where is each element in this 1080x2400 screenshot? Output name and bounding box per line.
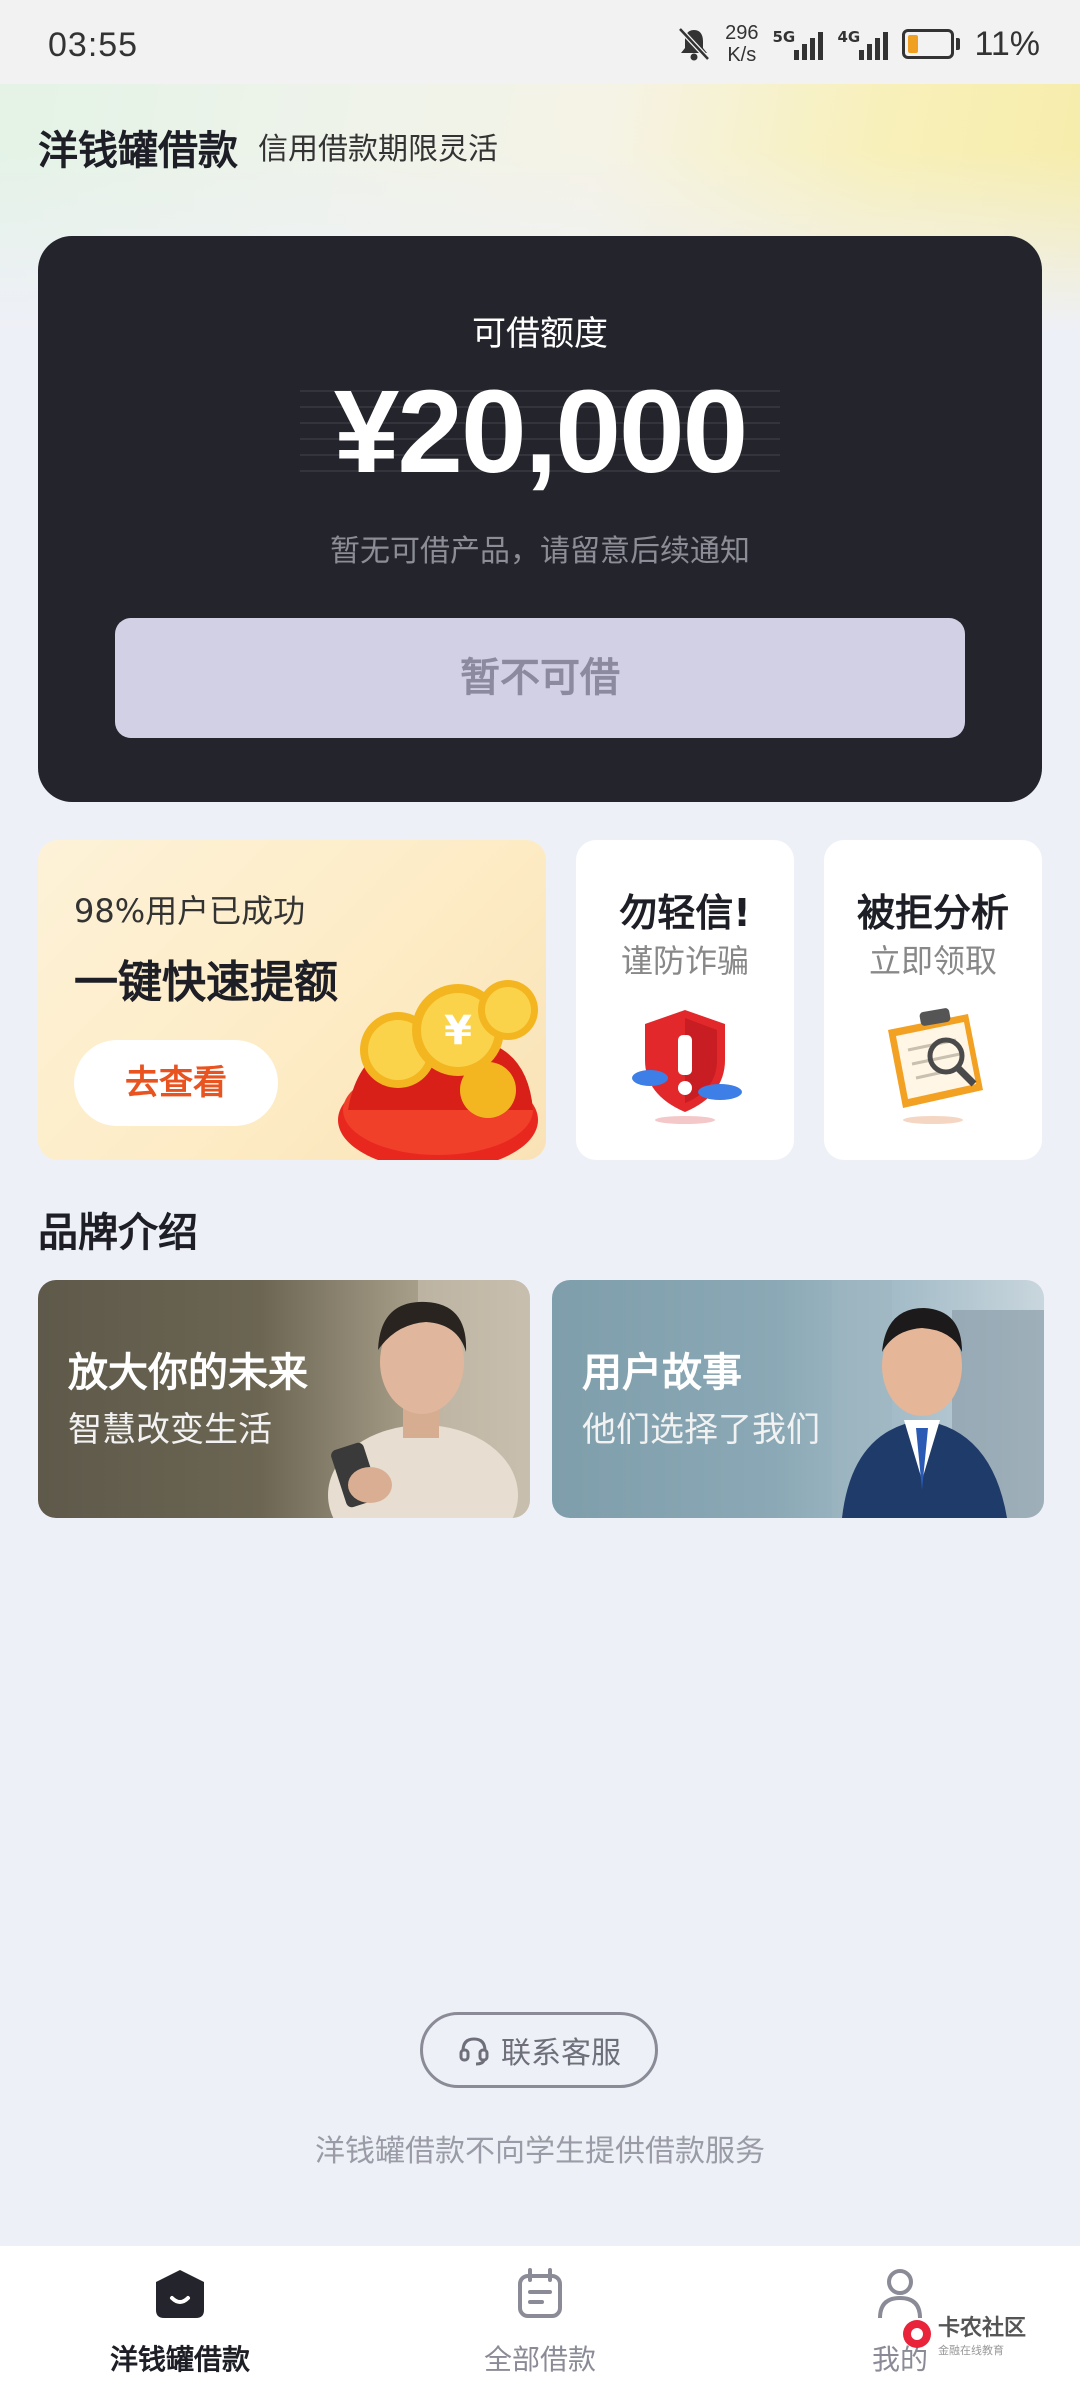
brand-card-user-stories[interactable]: 用户故事 他们选择了我们 <box>552 1280 1044 1518</box>
bell-muted-icon <box>678 27 710 61</box>
status-time: 03:55 <box>48 26 139 64</box>
clipboard-search-icon <box>888 1008 983 1124</box>
signal-5g-label: 5G <box>772 28 796 46</box>
promo-subtitle: 98%用户已成功 <box>74 892 306 930</box>
brand-card-subtitle: 智慧改变生活 <box>68 1410 272 1450</box>
watermark-logo-icon <box>903 2320 931 2348</box>
app-subtitle: 信用借款期限灵活 <box>258 132 498 167</box>
headset-icon <box>459 2037 489 2066</box>
credit-limit-amount: ¥20,000 <box>333 366 749 498</box>
brand-card-subtitle: 他们选择了我们 <box>582 1410 820 1450</box>
contact-service-button[interactable]: 联系客服 <box>420 2012 658 2088</box>
battery-icon <box>902 29 961 59</box>
svg-text:¥: ¥ <box>444 1008 472 1054</box>
nav-item-home[interactable]: 洋钱罐借款 <box>80 2246 280 2400</box>
contact-service-label: 联系客服 <box>501 2036 621 2071</box>
signal-5g-icon: 5G <box>772 28 824 60</box>
nav-item-label: 洋钱罐借款 <box>109 2343 250 2376</box>
person-photo <box>832 1280 1044 1518</box>
brand-section-title: 品牌介绍 <box>38 1210 198 1256</box>
promo-title: 一键快速提额 <box>74 957 338 1008</box>
brand-card-future[interactable]: 放大你的未来 智慧改变生活 <box>38 1280 530 1518</box>
shield-alert-icon <box>632 1010 742 1124</box>
anti-fraud-title: 勿轻信! <box>619 891 751 935</box>
brand-card-title: 放大你的未来 <box>68 1350 308 1396</box>
student-disclaimer: 洋钱罐借款不向学生提供借款服务 <box>315 2134 765 2169</box>
rejection-analysis-subtitle: 立即领取 <box>868 942 997 980</box>
battery-percent: 11% <box>974 24 1040 63</box>
nav-item-all-loans[interactable]: 全部借款 <box>440 2246 640 2400</box>
app-title: 洋钱罐借款 <box>38 128 238 174</box>
community-watermark: 卡农社区 金融在线教育 <box>900 2310 1026 2358</box>
calendar-list-icon <box>518 2268 562 2318</box>
watermark-title: 卡农社区 <box>938 2316 1027 2341</box>
signal-4g-icon: 4G <box>837 28 889 60</box>
credit-notice: 暂无可借产品，请留意后续通知 <box>330 534 750 569</box>
person-photo <box>328 1280 530 1518</box>
promo-view-button[interactable]: 去查看 <box>74 1040 278 1126</box>
promo-card[interactable]: 98%用户已成功 一键快速提额 去查看 ¥ <box>38 840 546 1160</box>
anti-fraud-card[interactable]: 勿轻信! 谨防诈骗 <box>576 840 794 1160</box>
borrow-button[interactable]: 暂不可借 <box>115 618 965 738</box>
home-icon <box>156 2270 204 2318</box>
status-bar: 03:55 296 K/s 5G 4G 11% <box>0 0 1080 84</box>
network-speed-value: 296 <box>725 22 759 44</box>
credit-limit-card: 可借额度 ¥20,000 暂无可借产品，请留意后续通知 暂不可借 <box>38 236 1042 802</box>
nav-item-label: 全部借款 <box>483 2343 596 2376</box>
watermark-subtitle: 金融在线教育 <box>938 2344 1004 2357</box>
anti-fraud-subtitle: 谨防诈骗 <box>620 942 749 980</box>
coin-bag-icon: ¥ <box>338 980 538 1160</box>
credit-limit-label: 可借额度 <box>472 314 608 354</box>
rejection-analysis-title: 被拒分析 <box>856 891 1009 935</box>
rejection-analysis-card[interactable]: 被拒分析 立即领取 <box>824 840 1042 1160</box>
signal-4g-label: 4G <box>837 28 861 46</box>
brand-card-title: 用户故事 <box>582 1350 742 1396</box>
status-icons: 296 K/s 5G 4G 11% <box>677 20 1040 68</box>
network-speed-unit: K/s <box>727 44 757 66</box>
network-speed: 296 K/s <box>725 22 758 66</box>
